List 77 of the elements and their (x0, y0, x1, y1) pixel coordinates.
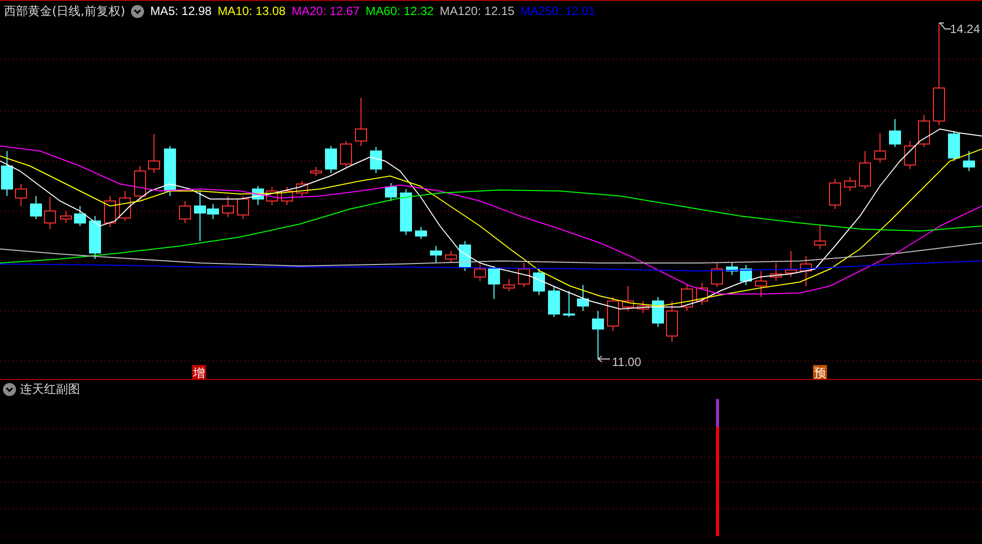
candlestick (355, 98, 367, 146)
candlestick (592, 310, 604, 360)
candlestick (281, 186, 293, 206)
candlestick (104, 196, 116, 228)
candlestick (430, 246, 442, 264)
candlestick (548, 286, 560, 318)
signal-marker: 预 (813, 365, 827, 379)
candlestick (904, 140, 916, 170)
candlestick (533, 268, 545, 296)
candlestick (148, 134, 160, 174)
candlestick (563, 290, 575, 318)
candlestick (474, 264, 486, 282)
candlestick (134, 166, 146, 202)
sub-chart-title: 连天红副图 (20, 381, 80, 398)
candlestick (445, 250, 457, 264)
candlestick (237, 196, 249, 220)
candlestick (74, 206, 86, 226)
candlestick (770, 262, 782, 282)
candlestick (829, 178, 841, 210)
chart-title: 西部黄金(日线,前复权) (4, 2, 126, 20)
candlestick (607, 296, 619, 332)
candlestick (518, 262, 530, 288)
candlestick (859, 150, 871, 190)
candlestick (415, 226, 427, 240)
candlestick (15, 184, 27, 206)
candlestick (459, 240, 471, 272)
candlestick (370, 146, 382, 174)
candlestick (800, 256, 812, 286)
candlestick (874, 132, 886, 164)
candlestick (666, 300, 678, 342)
candlestick (637, 300, 649, 314)
candlestick (325, 146, 337, 174)
candlestick (266, 186, 278, 206)
chevron-down-icon[interactable] (131, 4, 144, 18)
moving-average-value: MA10: 13.08 (218, 4, 286, 18)
moving-average-value: MA5: 12.98 (150, 4, 212, 18)
high-price-label: 14.24 (938, 22, 980, 36)
candlestick (488, 266, 500, 300)
candlestick (60, 210, 72, 224)
moving-average-value: MA120: 12.15 (440, 4, 514, 18)
candlestick (179, 200, 191, 224)
moving-average-value: MA20: 12.67 (292, 4, 360, 18)
candlestick (310, 166, 322, 176)
candlestick (1, 150, 13, 196)
candlestick (30, 196, 42, 220)
candlestick (948, 130, 960, 162)
candlestick (726, 262, 738, 276)
candlestick (164, 146, 176, 196)
candlestick (889, 118, 901, 148)
candlestick (785, 250, 797, 278)
moving-average-value: MA60: 12.32 (366, 4, 434, 18)
candlestick (963, 150, 975, 172)
moving-average-value: MA250: 12.01 (520, 4, 596, 18)
candlestick (222, 196, 234, 218)
candlestick (503, 278, 515, 292)
candlestick (622, 286, 634, 312)
candlestick (340, 140, 352, 168)
low-price-label: 11.00 (598, 355, 642, 369)
candlestick (577, 284, 589, 312)
candlestick (252, 186, 264, 206)
candlestick (89, 216, 101, 260)
candlestick (296, 180, 308, 196)
candlestick (681, 284, 693, 312)
candlestick (652, 296, 664, 328)
candlestick (814, 224, 826, 250)
candlestick (740, 264, 752, 286)
candlestick (44, 196, 56, 230)
candlestick (755, 270, 767, 298)
candlestick (400, 188, 412, 236)
candlestick (385, 182, 397, 202)
signal-marker: 增 (192, 365, 206, 379)
candlestick (844, 176, 856, 192)
chevron-down-icon[interactable] (3, 383, 16, 396)
candlestick (119, 190, 131, 222)
candlestick (711, 262, 723, 288)
candlestick (696, 282, 708, 306)
candlestick (918, 114, 930, 148)
